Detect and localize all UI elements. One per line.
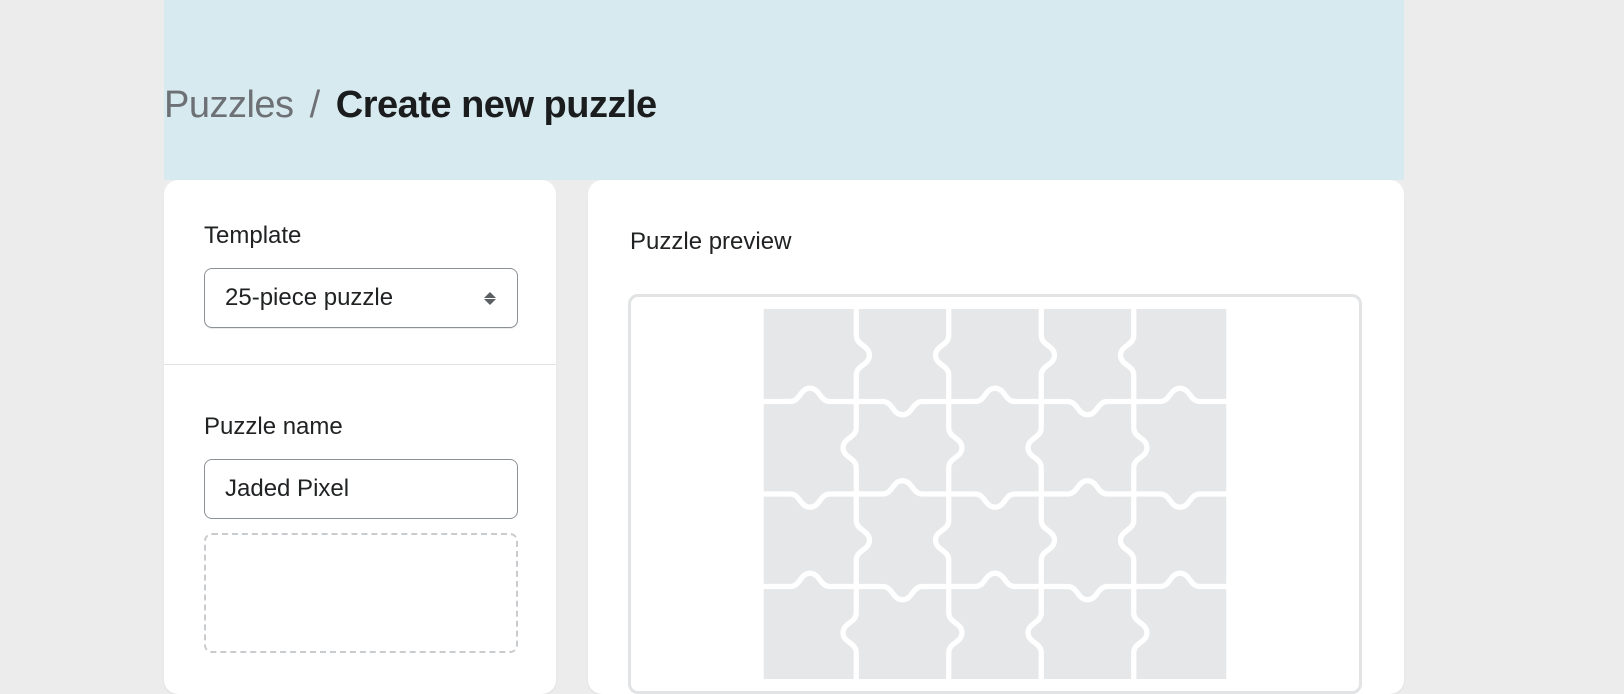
breadcrumb: Puzzles / Create new puzzle xyxy=(164,84,657,127)
breadcrumb-separator: / xyxy=(310,84,320,126)
breadcrumb-root[interactable]: Puzzles xyxy=(164,84,294,126)
breadcrumb-current: Create new puzzle xyxy=(336,84,657,126)
puzzle-name-label: Puzzle name xyxy=(204,413,516,441)
image-dropzone[interactable] xyxy=(204,533,518,653)
preview-card: Puzzle preview xyxy=(588,180,1404,694)
puzzle-name-input[interactable] xyxy=(204,459,518,519)
template-label: Template xyxy=(204,222,516,250)
puzzle-preview-frame xyxy=(628,294,1362,694)
template-section: Template 25-piece puzzle xyxy=(164,180,556,364)
template-select[interactable]: 25-piece puzzle xyxy=(204,268,518,328)
puzzle-preview-icon xyxy=(643,309,1347,679)
name-section: Puzzle name xyxy=(164,365,556,519)
template-select-value[interactable]: 25-piece puzzle xyxy=(204,268,518,328)
form-card: Template 25-piece puzzle Puzzle name xyxy=(164,180,556,694)
preview-title: Puzzle preview xyxy=(630,228,791,256)
